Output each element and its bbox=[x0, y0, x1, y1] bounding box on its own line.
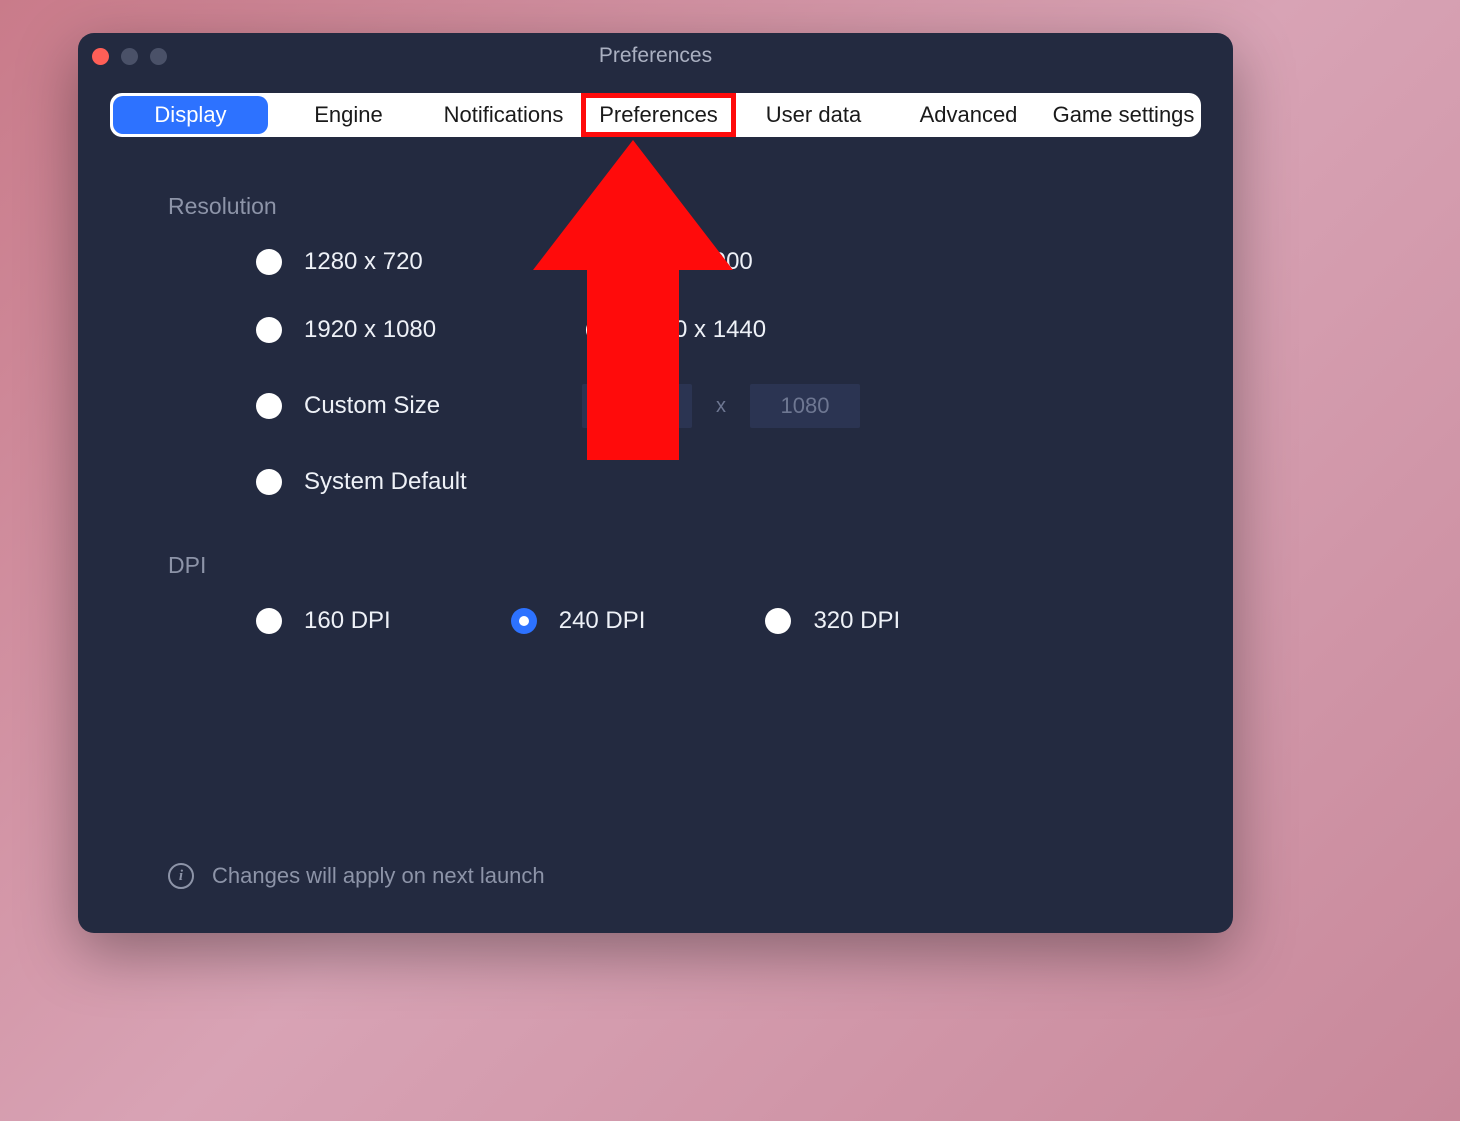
radio-icon bbox=[256, 469, 282, 495]
radio-icon bbox=[256, 393, 282, 419]
traffic-lights bbox=[92, 48, 167, 65]
minimize-window-button[interactable] bbox=[121, 48, 138, 65]
content-area: Resolution 1280 x 720 1600 x 900 1920 x … bbox=[78, 137, 1233, 635]
radio-icon bbox=[765, 608, 791, 634]
option-label: 160 DPI bbox=[304, 607, 391, 635]
option-label: 2560 x 1440 bbox=[634, 316, 766, 344]
info-icon: i bbox=[168, 863, 194, 889]
zoom-window-button[interactable] bbox=[150, 48, 167, 65]
option-label: 1920 x 1080 bbox=[304, 316, 436, 344]
resolution-option-1280x720[interactable]: 1280 x 720 bbox=[256, 248, 586, 276]
tab-user-data[interactable]: User data bbox=[736, 93, 891, 137]
preferences-window: Preferences Display Engine Notifications… bbox=[78, 33, 1233, 933]
option-label: 1600 x 900 bbox=[634, 248, 753, 276]
tab-advanced[interactable]: Advanced bbox=[891, 93, 1046, 137]
radio-icon bbox=[511, 608, 537, 634]
radio-icon bbox=[586, 317, 612, 343]
custom-height-input[interactable] bbox=[750, 384, 860, 428]
option-label: 320 DPI bbox=[813, 607, 900, 635]
footer-text: Changes will apply on next launch bbox=[212, 863, 545, 889]
radio-icon bbox=[256, 608, 282, 634]
option-label: System Default bbox=[304, 468, 467, 496]
resolution-option-custom[interactable]: Custom Size bbox=[256, 392, 586, 420]
titlebar: Preferences bbox=[78, 33, 1233, 79]
tab-preferences[interactable]: Preferences bbox=[581, 93, 736, 137]
window-title: Preferences bbox=[78, 44, 1233, 68]
radio-icon bbox=[256, 249, 282, 275]
option-label: 1280 x 720 bbox=[304, 248, 423, 276]
tabbar: Display Engine Notifications Preferences… bbox=[110, 93, 1201, 137]
dpi-section: DPI 160 DPI 240 DPI 320 DPI bbox=[168, 552, 1143, 635]
tab-game-settings[interactable]: Game settings bbox=[1046, 93, 1201, 137]
resolution-option-1920x1080[interactable]: 1920 x 1080 bbox=[256, 316, 586, 344]
resolution-option-2560x1440[interactable]: 2560 x 1440 bbox=[586, 316, 1006, 344]
close-window-button[interactable] bbox=[92, 48, 109, 65]
resolution-options: 1280 x 720 1600 x 900 1920 x 1080 2560 x… bbox=[256, 248, 1143, 496]
resolution-section-label: Resolution bbox=[168, 193, 1143, 220]
option-label: Custom Size bbox=[304, 392, 440, 420]
footer-note: i Changes will apply on next launch bbox=[168, 863, 545, 889]
option-label: 240 DPI bbox=[559, 607, 646, 635]
dpi-options: 160 DPI 240 DPI 320 DPI bbox=[256, 607, 1143, 635]
x-separator: x bbox=[716, 395, 726, 418]
dpi-option-160[interactable]: 160 DPI bbox=[256, 607, 391, 635]
tab-notifications[interactable]: Notifications bbox=[426, 93, 581, 137]
custom-width-input[interactable] bbox=[582, 384, 692, 428]
tab-display[interactable]: Display bbox=[113, 96, 268, 134]
custom-size-inputs: x bbox=[582, 384, 1006, 428]
radio-icon bbox=[256, 317, 282, 343]
resolution-option-1600x900[interactable]: 1600 x 900 bbox=[586, 248, 1006, 276]
radio-icon bbox=[586, 249, 612, 275]
dpi-option-240[interactable]: 240 DPI bbox=[511, 607, 646, 635]
resolution-option-system-default[interactable]: System Default bbox=[256, 468, 586, 496]
dpi-option-320[interactable]: 320 DPI bbox=[765, 607, 900, 635]
dpi-section-label: DPI bbox=[168, 552, 1143, 579]
tab-engine[interactable]: Engine bbox=[271, 93, 426, 137]
